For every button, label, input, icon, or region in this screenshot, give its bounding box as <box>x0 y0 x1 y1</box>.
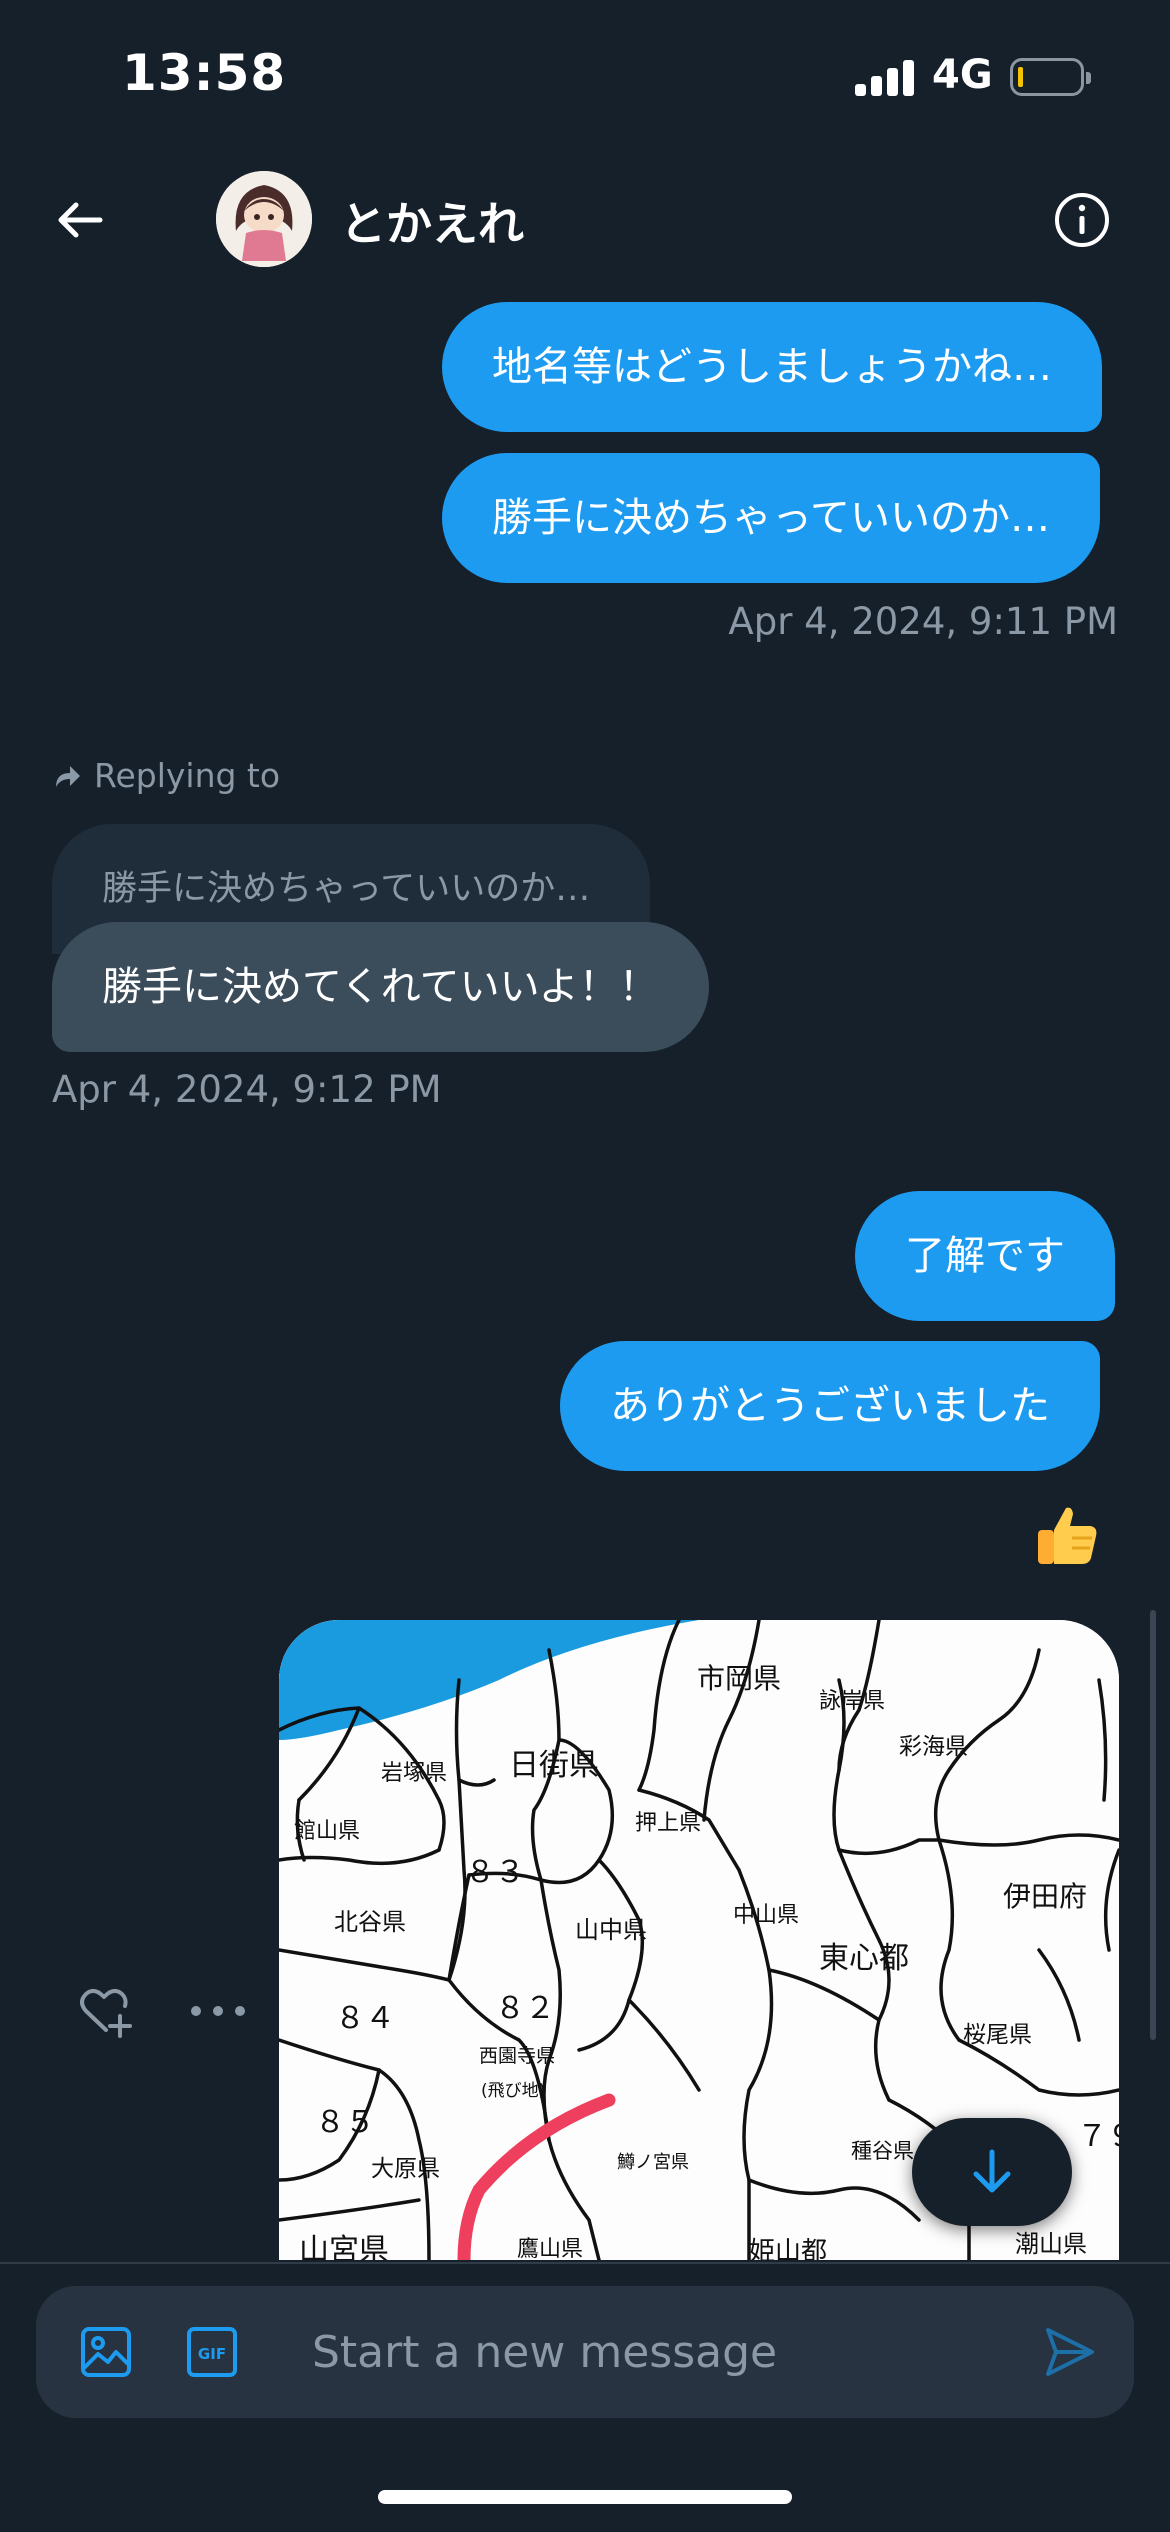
heart-plus-icon <box>80 1989 132 2038</box>
replying-to-text: Replying to <box>94 756 281 795</box>
map-label: 桜尾県 <box>963 2022 1032 2048</box>
network-type: 4G <box>932 52 993 98</box>
map-label: ８２ <box>495 1991 555 2026</box>
back-arrow-icon <box>58 202 103 238</box>
info-icon <box>1055 193 1109 247</box>
message-timestamp: Apr 4, 2024, 9:12 PM <box>52 1068 442 1111</box>
image-upload-button[interactable] <box>78 2324 134 2380</box>
message-composer: GIF <box>36 2286 1134 2418</box>
thumbs-up-icon <box>1038 1507 1097 1564</box>
conversation-header: とかえれ <box>0 150 1170 290</box>
map-label: 潮山県 <box>1015 2230 1087 2258</box>
gif-icon: GIF <box>187 2327 237 2377</box>
map-label: 市岡県 <box>697 1662 781 1695</box>
map-label: 山宮県 <box>299 2233 389 2260</box>
arrow-down-icon <box>973 2149 1011 2193</box>
map-label: 中山県 <box>733 1903 799 1928</box>
scroll-to-bottom-button[interactable] <box>912 2118 1072 2226</box>
map-label: 北谷県 <box>334 1908 406 1936</box>
avatar[interactable] <box>216 171 312 267</box>
map-label: 鷹山県 <box>517 2237 583 2260</box>
status-bar: 13:58 4G <box>0 0 1170 150</box>
contact-name[interactable]: とかえれ <box>340 188 524 254</box>
home-indicator[interactable] <box>378 2490 792 2504</box>
map-label: 館山県 <box>294 1819 360 1844</box>
svg-text:GIF: GIF <box>198 2345 226 2363</box>
battery-icon <box>1010 58 1091 96</box>
map-label: 押上県 <box>635 1811 701 1836</box>
back-button[interactable] <box>50 190 110 250</box>
received-message[interactable]: 勝手に決めてくれていいよ！！ <box>52 922 709 1052</box>
map-label: (飛び地) <box>481 2081 545 2101</box>
thumbs-up-reaction[interactable] <box>1032 1500 1102 1570</box>
map-label: 東心都 <box>819 1941 909 1976</box>
sent-message[interactable]: 地名等はどうしましょうかね… <box>442 302 1102 432</box>
map-label: 山中県 <box>575 1916 647 1944</box>
map-label: 伊田府 <box>1003 1880 1087 1913</box>
message-timestamp: Apr 4, 2024, 9:11 PM <box>728 600 1118 643</box>
map-label: ８３ <box>465 1855 525 1890</box>
map-label: 彩海県 <box>899 1734 968 1760</box>
status-time: 13:58 <box>122 44 287 102</box>
more-dots-icon <box>191 2006 245 2016</box>
scrollbar[interactable] <box>1150 1610 1156 2040</box>
map-label: 岩塚県 <box>381 1761 447 1786</box>
map-label: ８５ <box>315 2105 375 2140</box>
sent-message[interactable]: 勝手に決めちゃっていいのか… <box>442 453 1100 583</box>
avatar-image <box>216 171 312 267</box>
map-label: ８４ <box>335 2001 395 2036</box>
map-label: ７９ <box>1077 2119 1119 2154</box>
gif-button[interactable]: GIF <box>186 2326 238 2378</box>
reply-arrow-icon <box>56 765 80 787</box>
info-button[interactable] <box>1052 190 1112 250</box>
more-options-button[interactable] <box>188 1998 248 2024</box>
send-icon <box>1046 2328 1094 2376</box>
message-input[interactable] <box>312 2316 1012 2388</box>
map-label: 鱒ノ宮県 <box>617 2152 689 2173</box>
send-button[interactable] <box>1042 2324 1098 2380</box>
signal-icon <box>855 60 915 96</box>
map-label: 西園寺県 <box>479 2045 555 2067</box>
map-label: 日街県 <box>509 1748 599 1783</box>
map-label: 姫山都 <box>749 2237 827 2260</box>
replying-to-label: Replying to <box>52 756 280 795</box>
image-icon <box>81 2327 131 2377</box>
map-label: 詠岸県 <box>819 1689 885 1714</box>
sent-message[interactable]: 了解です <box>855 1191 1115 1321</box>
sent-message[interactable]: ありがとうございました <box>560 1341 1100 1471</box>
react-heart-plus-button[interactable] <box>76 1984 132 2040</box>
map-label: 種谷県 <box>851 2139 914 2163</box>
map-label: 大原県 <box>371 2156 440 2182</box>
